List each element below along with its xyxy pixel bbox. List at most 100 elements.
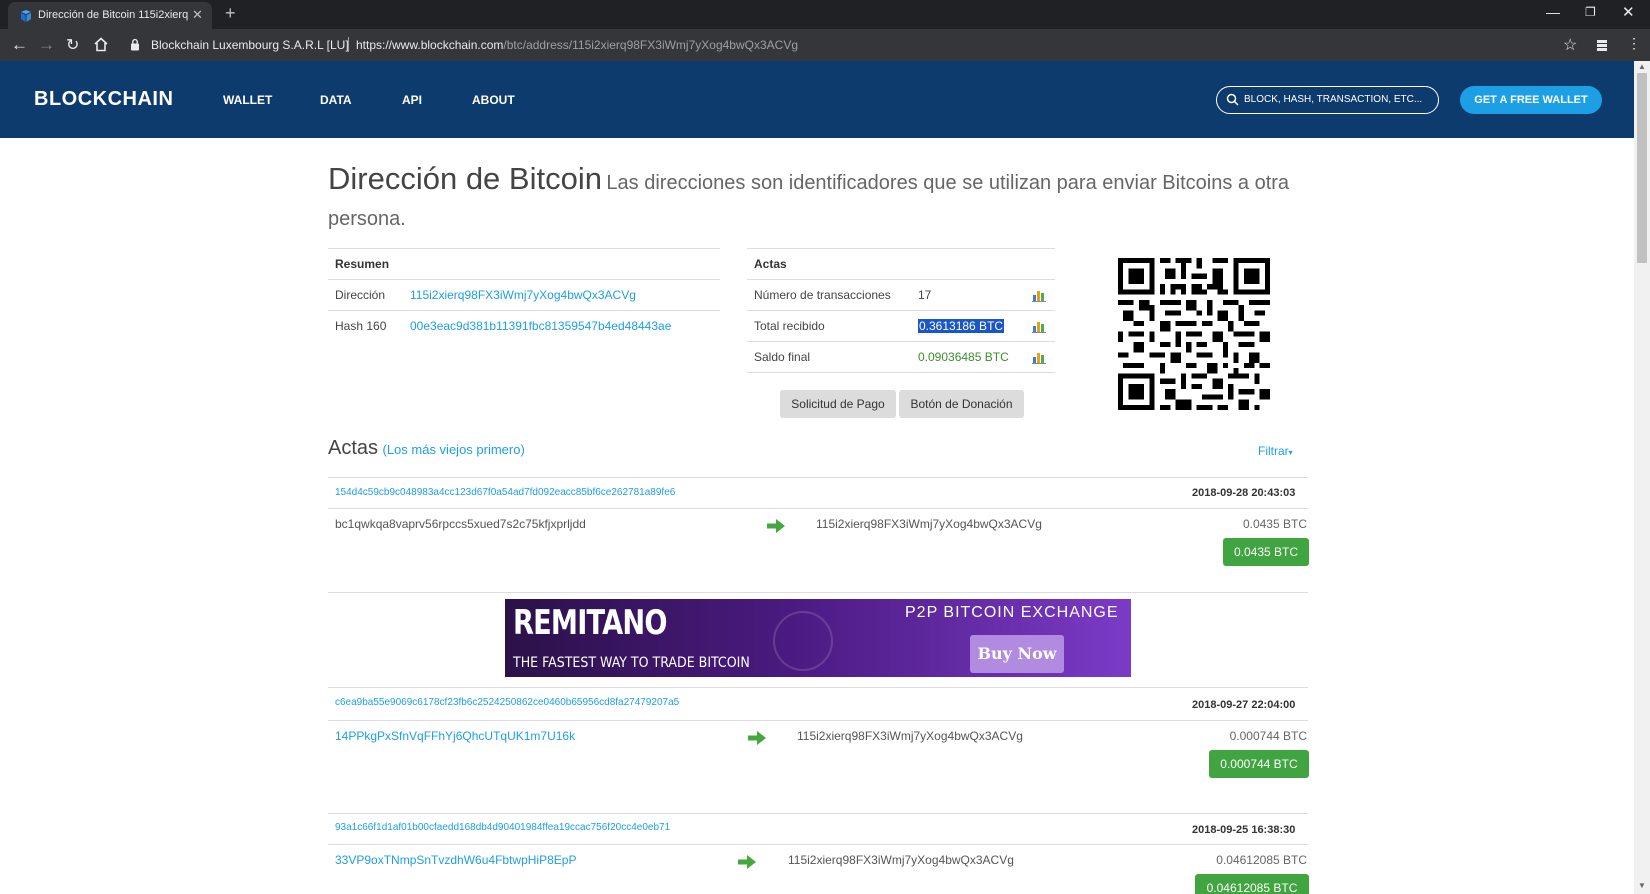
divider bbox=[328, 844, 1308, 845]
tx-to-address: 115i2xierq98FX3iWmj7yXog4bwQx3ACVg bbox=[816, 517, 1042, 531]
browser-tab[interactable]: Dirección de Bitcoin 115i2xierq9€ ✕ bbox=[8, 2, 212, 29]
bookmark-star-icon[interactable]: ☆ bbox=[1563, 35, 1577, 55]
final-balance-value: 0.09036485 BTC bbox=[918, 350, 1009, 364]
address-label: Dirección bbox=[335, 288, 386, 302]
site-identity[interactable]: Blockchain Luxembourg S.A.R.L [LU] bbox=[151, 38, 349, 52]
tx-date: 2018-09-27 22:04:00 bbox=[1192, 699, 1296, 711]
divider bbox=[747, 279, 1055, 280]
home-icon[interactable] bbox=[93, 37, 109, 52]
search-input[interactable]: BLOCK, HASH, TRANSACTION, ETC... bbox=[1216, 86, 1439, 114]
tx-total-button[interactable]: 0.0435 BTC bbox=[1223, 538, 1309, 566]
payment-request-button[interactable]: Solicitud de Pago bbox=[780, 390, 896, 418]
tx-from-address: bc1qwkqa8vaprv56rpccs5xued7s2c75kfjxprlj… bbox=[335, 517, 586, 531]
tx-amount: 0.000744 BTC bbox=[1229, 729, 1307, 743]
get-free-wallet-button[interactable]: GET A FREE WALLET bbox=[1460, 86, 1602, 114]
nav-about[interactable]: ABOUT bbox=[472, 93, 515, 107]
close-window-icon[interactable]: ✕ bbox=[1622, 3, 1635, 21]
tx-to-address: 115i2xierq98FX3iWmj7yXog4bwQx3ACVg bbox=[797, 729, 1023, 743]
arrow-right-icon bbox=[738, 855, 756, 869]
menu-dots-icon[interactable]: ⋮ bbox=[1627, 35, 1641, 52]
divider bbox=[328, 310, 720, 311]
page-title: Dirección de Bitcoin bbox=[328, 161, 602, 196]
page-heading: Dirección de Bitcoin Las direcciones son… bbox=[328, 162, 1308, 238]
banner-headline: P2P BITCOIN EXCHANGE bbox=[905, 604, 1119, 621]
tx-from-address-link[interactable]: 33VP9oxTNmpSnTvzdhW6u4FbtwpHiP8EpP bbox=[335, 853, 576, 867]
tx-hash-link[interactable]: 154d4c59cb9c048983a4cc123d67f0a54ad7fd09… bbox=[335, 487, 675, 498]
arrow-right-icon bbox=[767, 519, 785, 533]
transactions-heading: Actas bbox=[328, 437, 379, 459]
hash160-label: Hash 160 bbox=[335, 319, 387, 333]
remitano-banner-ad[interactable]: REMITANO THE FASTEST WAY TO TRADE BITCOI… bbox=[505, 599, 1131, 677]
arrow-right-icon bbox=[748, 731, 766, 745]
sort-order-link[interactable]: (Los más viejos primero) bbox=[382, 442, 524, 457]
summary-heading: Resumen bbox=[335, 257, 390, 271]
url-separator bbox=[348, 37, 349, 52]
bar-chart-icon[interactable] bbox=[1032, 351, 1046, 364]
address-bar: ← → ↻ Blockchain Luxembourg S.A.R.L [LU]… bbox=[0, 29, 1650, 61]
scroll-thumb[interactable] bbox=[1637, 73, 1647, 263]
new-tab-icon[interactable]: + bbox=[225, 3, 236, 24]
back-icon[interactable]: ← bbox=[11, 35, 28, 55]
tx-date: 2018-09-28 20:43:03 bbox=[1192, 487, 1296, 499]
search-icon bbox=[1226, 93, 1239, 106]
tx-from-address-link[interactable]: 14PPkgPxSfnVqFFhYj6QhcUTqUK1m7U16k bbox=[335, 729, 575, 743]
tx-amount: 0.04612085 BTC bbox=[1216, 853, 1307, 867]
tx-hash-link[interactable]: 93a1c66f1d1af01b00cfaedd168db4d90401984f… bbox=[335, 822, 670, 833]
tx-to-address: 115i2xierq98FX3iWmj7yXog4bwQx3ACVg bbox=[788, 853, 1014, 867]
tx-total-button[interactable]: 0.000744 BTC bbox=[1209, 750, 1309, 778]
scroll-up-icon[interactable]: ▲ bbox=[1638, 62, 1646, 71]
bar-chart-icon[interactable] bbox=[1032, 320, 1046, 333]
actas-heading: Actas bbox=[754, 257, 787, 271]
url-host: https://www.blockchain.com bbox=[356, 38, 504, 52]
page-scrollbar[interactable]: ▲ ▼ bbox=[1634, 61, 1650, 894]
restore-icon[interactable]: ❐ bbox=[1585, 5, 1596, 19]
total-received-label: Total recibido bbox=[754, 319, 825, 333]
banner-brand: REMITANO bbox=[513, 603, 668, 643]
divider bbox=[328, 279, 720, 280]
tx-count-value: 17 bbox=[918, 288, 932, 302]
filter-dropdown[interactable]: Filtrar▾ bbox=[1258, 444, 1293, 458]
extension-icon[interactable] bbox=[1595, 38, 1609, 52]
tx-count-label: Número de transacciones bbox=[754, 288, 891, 302]
site-header: BLOCKCHAIN WALLET DATA API ABOUT BLOCK, … bbox=[0, 61, 1634, 138]
bitcoin-coin-icon bbox=[773, 611, 833, 671]
address-value-link[interactable]: 115i2xierq98FX3iWmj7yXog4bwQx3ACVg bbox=[410, 288, 636, 302]
final-balance-label: Saldo final bbox=[754, 350, 811, 364]
tx-hash-link[interactable]: c6ea9ba55e9069c6178cf23fb6c2524250862ce0… bbox=[335, 697, 679, 708]
divider bbox=[328, 592, 1308, 593]
nav-data[interactable]: DATA bbox=[320, 93, 352, 107]
divider bbox=[328, 477, 1308, 478]
total-received-value: 0.3613186 BTC bbox=[918, 319, 1005, 333]
reload-icon[interactable]: ↻ bbox=[66, 35, 79, 55]
divider bbox=[747, 310, 1055, 311]
scroll-down-icon[interactable]: ▼ bbox=[1638, 881, 1646, 890]
filter-label: Filtrar bbox=[1258, 444, 1289, 458]
caret-down-icon: ▾ bbox=[1288, 448, 1293, 457]
forward-icon[interactable]: → bbox=[38, 35, 55, 55]
divider bbox=[747, 341, 1055, 342]
bar-chart-icon[interactable] bbox=[1032, 289, 1046, 302]
selected-text: 0.3613186 BTC bbox=[918, 319, 1005, 333]
url-path: /btc/address/115i2xierq98FX3iWmj7yXog4bw… bbox=[503, 38, 798, 52]
banner-buy-now-button[interactable]: Buy Now bbox=[970, 635, 1064, 673]
tx-total-button[interactable]: 0.04612085 BTC bbox=[1195, 874, 1309, 894]
nav-wallet[interactable]: WALLET bbox=[223, 93, 272, 107]
url-field[interactable]: https://www.blockchain.com/btc/address/1… bbox=[356, 38, 798, 52]
donation-button[interactable]: Botón de Donación bbox=[899, 390, 1024, 418]
divider bbox=[747, 372, 1055, 373]
divider bbox=[328, 508, 1308, 509]
search-placeholder: BLOCK, HASH, TRANSACTION, ETC... bbox=[1244, 94, 1423, 105]
lock-icon[interactable] bbox=[130, 38, 140, 51]
transactions-title: Actas (Los más viejos primero) bbox=[328, 437, 525, 460]
blockchain-logo[interactable]: BLOCKCHAIN bbox=[34, 88, 173, 111]
tx-date: 2018-09-25 16:38:30 bbox=[1192, 824, 1296, 836]
tab-close-icon[interactable]: ✕ bbox=[192, 7, 203, 23]
nav-api[interactable]: API bbox=[402, 93, 422, 107]
address-qr-code bbox=[1118, 258, 1270, 410]
blockchain-favicon-icon bbox=[21, 10, 31, 22]
divider bbox=[328, 720, 1308, 721]
tx-amount: 0.0435 BTC bbox=[1242, 517, 1307, 531]
hash160-value-link[interactable]: 00e3eac9d381b11391fbc81359547b4ed48443ae bbox=[410, 319, 671, 333]
minimize-icon[interactable]: — bbox=[1546, 4, 1560, 20]
divider bbox=[328, 813, 1308, 814]
